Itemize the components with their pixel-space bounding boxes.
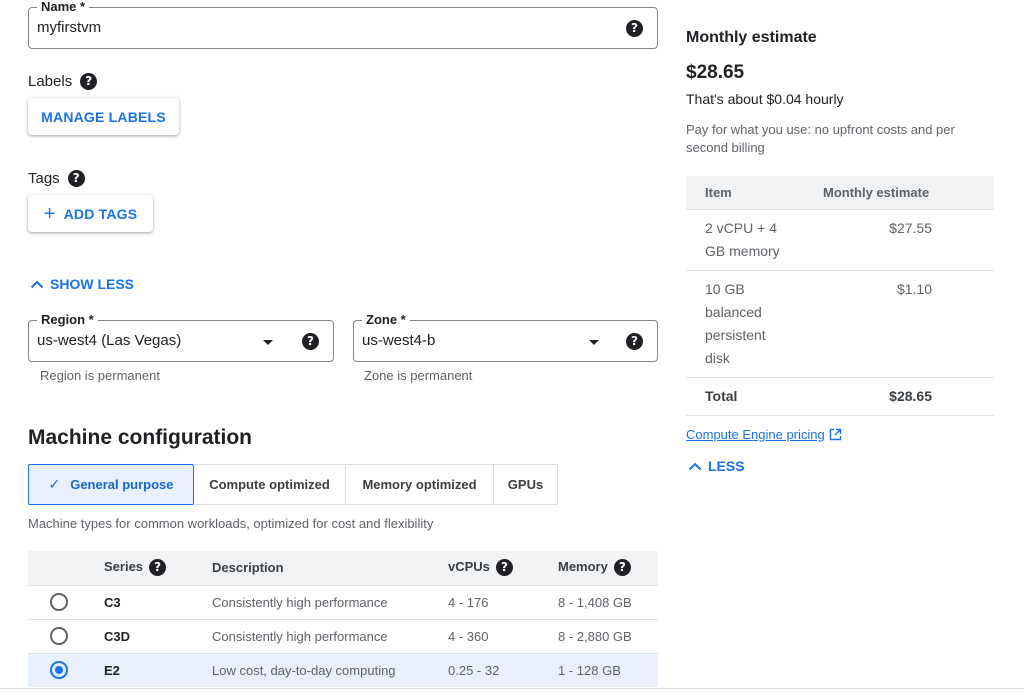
series-help-icon[interactable]: ? [149,559,167,577]
manage-labels-label: MANAGE LABELS [41,108,166,125]
table-row[interactable]: C3D Consistently high performance 4 - 36… [28,618,658,653]
estimate-item: 2 vCPU + 4 GB memory [686,208,804,270]
add-tags-button[interactable]: + ADD TAGS [28,195,153,232]
monthly-estimate-title: Monthly estimate [686,29,817,46]
machine-series-table: Series? Description vCPUs? Memory? C3 Co… [28,551,658,687]
series-memory: 1 - 128 GB [548,652,658,687]
memory-help-icon[interactable]: ? [613,559,631,577]
table-row[interactable]: C3 Consistently high performance 4 - 176… [28,584,658,619]
check-icon: ✓ [48,476,61,492]
tab-general-purpose-label: General purpose [70,477,174,492]
name-help-icon[interactable]: ? [626,20,643,37]
series-vcpus: 0.25 - 32 [438,652,548,687]
tab-gpus-label: GPUs [507,477,544,492]
show-less-label: SHOW LESS [50,276,135,292]
zone-select[interactable]: Zone * us-west4-b ? [353,312,658,362]
region-help-icon[interactable]: ? [302,333,319,350]
series-radio-c3d[interactable] [50,627,68,645]
series-name: C3D [94,618,202,653]
column-header-series: Series? [94,551,202,585]
tags-help-icon[interactable]: ? [67,170,85,187]
machine-types-description: Machine types for common workloads, opti… [28,516,434,531]
labels-section: Labels ? [28,73,98,90]
series-memory: 8 - 1,408 GB [548,584,658,619]
name-field-value[interactable]: myfirstvm [37,19,101,36]
plus-icon: + [43,202,56,225]
zone-help-icon[interactable]: ? [626,333,643,350]
region-value: us-west4 (Las Vegas) [37,332,182,349]
table-row[interactable]: E2 Low cost, day-to-day computing 0.25 -… [28,652,658,687]
tab-compute-optimized-label: Compute optimized [209,477,330,492]
series-radio-c3[interactable] [50,593,68,611]
zone-label: Zone * [362,312,410,328]
tab-memory-optimized[interactable]: Memory optimized [346,464,494,505]
chevron-down-icon [263,340,273,345]
less-button[interactable]: LESS [688,458,745,474]
chevron-up-icon [688,462,702,471]
labels-title: Labels [28,73,73,90]
estimate-amount: $1.10 [804,269,994,377]
series-memory: 8 - 2,880 GB [548,618,658,653]
estimate-row: 10 GB balanced persistent disk $1.10 [686,269,994,377]
machine-family-tabs: ✓ General purpose Compute optimized Memo… [28,464,558,505]
chevron-down-icon [589,340,599,345]
series-name: E2 [94,652,202,687]
column-header-description: Description [202,551,438,585]
tab-memory-optimized-label: Memory optimized [362,477,477,492]
compute-engine-pricing-link[interactable]: Compute Engine pricing [686,427,842,442]
tab-gpus[interactable]: GPUs [494,464,558,505]
monthly-estimate-amount: $28.65 [686,62,745,83]
machine-configuration-title: Machine configuration [28,426,253,449]
tab-compute-optimized[interactable]: Compute optimized [194,464,346,505]
chevron-up-icon [30,280,44,289]
billing-note: Pay for what you use: no upfront costs a… [686,122,955,155]
estimate-row: 2 vCPU + 4 GB memory $27.55 [686,208,994,270]
estimate-total-amount: $28.65 [804,376,994,416]
series-description: Consistently high performance [202,584,438,619]
estimate-total-label: Total [686,376,804,416]
pricing-link-label: Compute Engine pricing [686,427,825,442]
estimate-total-row: Total $28.65 [686,376,994,416]
less-label: LESS [708,458,745,474]
add-tags-label: ADD TAGS [63,205,138,222]
tags-section: Tags ? [28,170,85,187]
region-hint: Region is permanent [40,368,160,383]
estimate-table: Item Monthly estimate 2 vCPU + 4 GB memo… [686,176,994,416]
series-vcpus: 4 - 176 [438,584,548,619]
column-header-vcpus: vCPUs? [438,551,548,585]
estimate-header-row: Item Monthly estimate [686,176,994,209]
zone-value: us-west4-b [362,332,436,349]
estimate-col-item: Item [686,176,804,209]
estimate-item: 10 GB balanced persistent disk [686,269,804,377]
series-description: Consistently high performance [202,618,438,653]
name-field[interactable]: Name * myfirstvm ? [28,0,658,49]
series-radio-e2[interactable] [50,661,68,680]
vcpus-help-icon[interactable]: ? [495,559,513,577]
hourly-estimate: That's about $0.04 hourly [686,91,844,107]
divider [0,688,1024,689]
column-header-memory: Memory? [548,551,658,585]
estimate-col-amount: Monthly estimate [804,176,994,209]
series-name: C3 [94,584,202,619]
series-vcpus: 4 - 360 [438,618,548,653]
manage-labels-button[interactable]: MANAGE LABELS [28,98,179,135]
estimate-amount: $27.55 [804,208,994,270]
tab-general-purpose[interactable]: ✓ General purpose [28,464,194,505]
series-description: Low cost, day-to-day computing [202,652,438,687]
table-header-row: Series? Description vCPUs? Memory? [28,551,658,585]
external-link-icon [829,428,841,441]
region-label: Region * [37,312,98,328]
show-less-button[interactable]: SHOW LESS [30,276,134,292]
labels-help-icon[interactable]: ? [80,73,98,90]
tags-title: Tags [28,170,60,187]
region-select[interactable]: Region * us-west4 (Las Vegas) ? [28,312,334,362]
name-field-label: Name * [37,0,90,15]
zone-hint: Zone is permanent [364,368,473,383]
